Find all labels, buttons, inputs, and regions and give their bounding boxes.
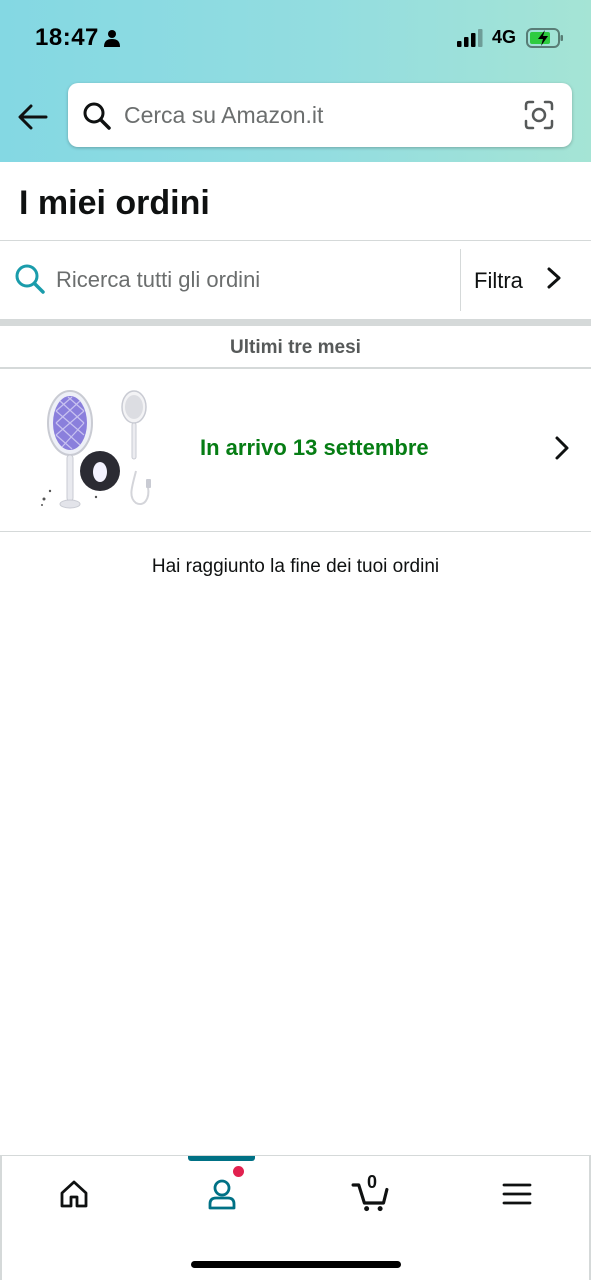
search-icon [15,264,45,294]
filter-button[interactable]: Filtra [461,241,591,319]
battery-charging-icon [526,28,563,48]
signal-bars-icon [457,29,483,47]
chevron-right-icon [547,267,561,289]
time-range-header: Ultimi tre mesi [230,337,361,358]
tab-home[interactable] [14,1156,134,1236]
tab-bar-edge [589,1156,591,1280]
order-list-item[interactable]: In arrivo 13 settembre [0,369,591,531]
order-search-row: Filtra [0,241,591,319]
amazon-search-bar[interactable] [68,83,572,147]
electric-fly-swatter-product-image [41,390,151,509]
search-icon [83,102,111,130]
header: 18:47 4G [0,0,591,162]
end-of-orders-message: Hai raggiunto la fine dei tuoi ordini [151,556,440,577]
menu-icon [502,1183,532,1205]
account-icon [208,1179,236,1210]
chevron-right-icon [555,436,569,460]
network-type: 4G [492,27,517,47]
search-input[interactable] [124,83,504,147]
section-divider [0,319,591,326]
active-tab-indicator [188,1156,255,1161]
tab-cart[interactable] [310,1156,430,1236]
cart-count-badge: 0 [366,1172,377,1192]
tab-account[interactable] [162,1156,282,1236]
status-time: 18:47 [35,24,99,51]
order-search-input[interactable] [56,241,446,319]
tab-bar-edge [0,1156,2,1280]
filter-label: Filtra [474,268,523,293]
back-arrow-icon[interactable] [17,102,49,132]
home-icon [60,1180,88,1208]
tab-menu[interactable] [457,1156,577,1236]
person-icon [104,30,120,47]
notification-dot [233,1166,244,1177]
divider [0,531,591,532]
page-title: I miei ordini [19,184,210,222]
camera-scan-icon[interactable] [523,99,555,131]
app-screen: 18:47 4G Cerca su Amazon.it I miei ordin… [0,0,591,1280]
status-bar: 18:47 4G [0,0,591,76]
home-indicator[interactable] [191,1261,401,1268]
delivery-status: In arrivo 13 settembre [200,435,429,460]
